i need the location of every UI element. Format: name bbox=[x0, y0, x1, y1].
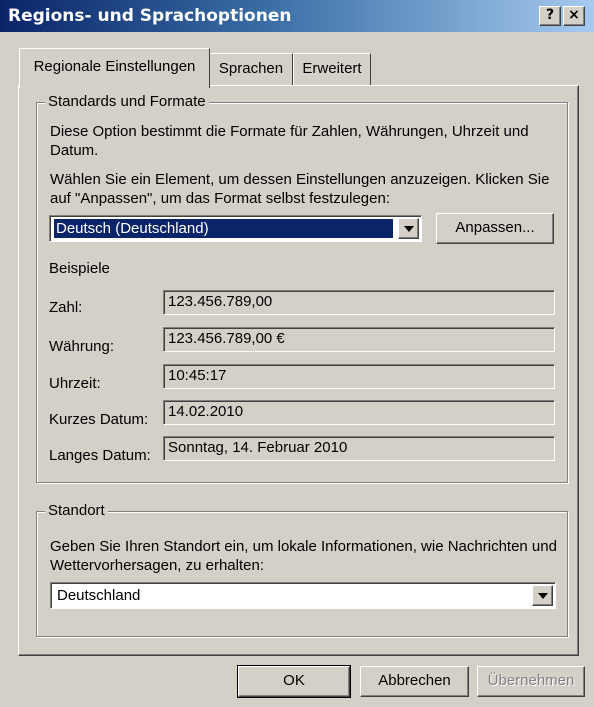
location-description: Geben Sie Ihren Standort ein, um lokale … bbox=[50, 538, 557, 574]
window-title: Regions- und Sprachoptionen bbox=[8, 6, 292, 26]
ok-button[interactable]: OK bbox=[237, 665, 351, 698]
cancel-button[interactable]: Abbrechen bbox=[360, 666, 469, 697]
example-value-long-date: Sonntag, 14. Februar 2010 bbox=[163, 436, 555, 461]
tab-regionale-einstellungen[interactable]: Regionale Einstellungen bbox=[19, 48, 210, 88]
tab-sprachen[interactable]: Sprachen bbox=[209, 53, 293, 85]
example-label-long-date: Langes Datum: bbox=[49, 447, 151, 464]
tab-label: Sprachen bbox=[218, 60, 284, 77]
help-button[interactable]: ? bbox=[539, 6, 561, 26]
location-selected-value: Deutschland bbox=[57, 587, 141, 604]
tab-label: Regionale Einstellungen bbox=[33, 58, 196, 75]
tab-label: Erweitert bbox=[302, 60, 362, 77]
title-bar[interactable]: Regions- und Sprachoptionen ? × bbox=[0, 0, 594, 32]
example-label-currency: Währung: bbox=[49, 338, 115, 355]
example-value-time: 10:45:17 bbox=[163, 364, 555, 389]
customize-button[interactable]: Anpassen... bbox=[436, 213, 554, 244]
dialog-window: Regions- und Sprachoptionen ? × Regional… bbox=[0, 0, 594, 707]
customize-button-label: Anpassen... bbox=[455, 219, 535, 236]
location-combobox[interactable]: Deutschland bbox=[50, 582, 556, 609]
close-button[interactable]: × bbox=[563, 6, 585, 26]
example-label-short-date: Kurzes Datum: bbox=[49, 411, 149, 428]
apply-button[interactable]: Übernehmen bbox=[477, 666, 585, 697]
examples-heading: Beispiele bbox=[49, 260, 110, 277]
apply-button-label: Übernehmen bbox=[487, 672, 575, 689]
example-label-number: Zahl: bbox=[49, 299, 83, 316]
locale-combobox[interactable]: Deutsch (Deutschland) bbox=[49, 215, 422, 242]
example-value-number: 123.456.789,00 bbox=[163, 290, 555, 315]
ok-button-label: OK bbox=[283, 672, 305, 689]
example-value-currency: 123.456.789,00 € bbox=[163, 327, 555, 352]
standards-instruction: Wählen Sie ein Element, um dessen Einste… bbox=[50, 171, 550, 207]
tab-strip: Regionale Einstellungen Sprachen Erweite… bbox=[0, 48, 594, 88]
tab-erweitert[interactable]: Erweitert bbox=[293, 53, 371, 85]
cancel-button-label: Abbrechen bbox=[378, 672, 451, 689]
example-label-time: Uhrzeit: bbox=[49, 375, 101, 392]
standards-description: Diese Option bestimmt die Formate für Za… bbox=[50, 123, 529, 159]
location-legend: Standort bbox=[45, 502, 108, 519]
locale-selected-value: Deutsch (Deutschland) bbox=[54, 219, 393, 238]
chevron-down-icon[interactable] bbox=[398, 218, 419, 239]
example-value-short-date: 14.02.2010 bbox=[163, 400, 555, 425]
standards-legend: Standards und Formate bbox=[45, 93, 209, 110]
chevron-down-icon[interactable] bbox=[532, 585, 553, 606]
